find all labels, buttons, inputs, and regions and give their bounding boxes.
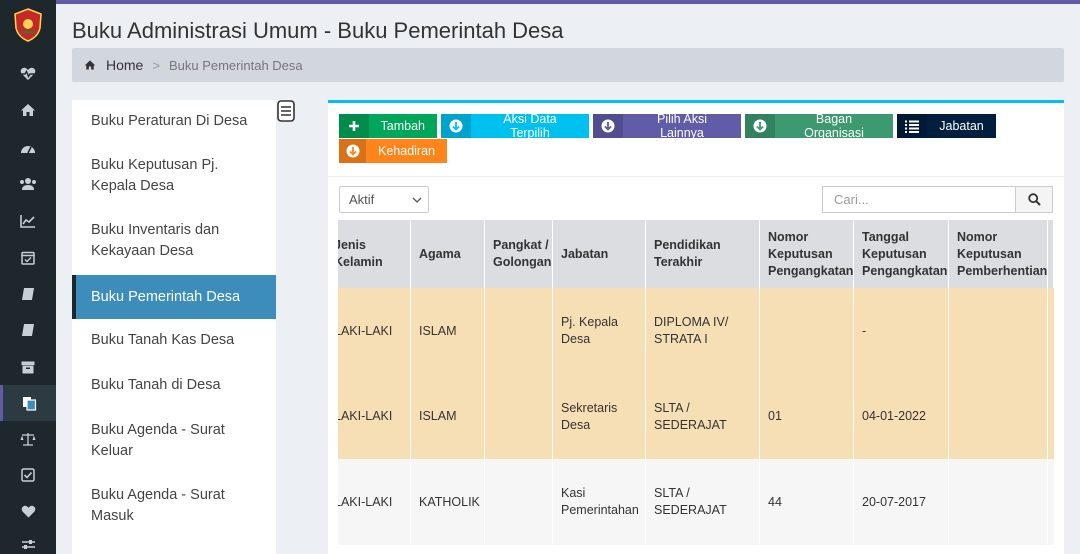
header-agama[interactable]: Agama <box>411 220 485 288</box>
breadcrumb: Home > Buku Pemerintah Desa <box>72 48 1064 82</box>
cell-agama: KATHOLIK <box>411 459 485 545</box>
header-tanggal-pengangkatan[interactable]: Tanggal Keputusan Pengangkatan <box>854 220 949 288</box>
menu-item-tanah-kas[interactable]: Buku Tanah Kas Desa <box>72 330 276 351</box>
cell-jabatan: Kasi Pemerintahan <box>553 459 646 545</box>
status-select[interactable]: Aktif <box>339 186 429 213</box>
cell-agama: ISLAM <box>411 374 485 459</box>
aksi-data-label: Aksi Data Terpilih <box>503 112 557 140</box>
jabatan-label: Jabatan <box>939 119 984 133</box>
aksi-data-terpilih-button[interactable]: Aksi Data Terpilih <box>441 112 589 140</box>
table-row[interactable]: LAKI-LAKI KATHOLIK Kasi Pemerintahan SLT… <box>338 459 1054 545</box>
cell-nomor-pemberhentian <box>949 374 1048 459</box>
breadcrumb-separator: > <box>152 57 160 73</box>
jabatan-button[interactable]: Jabatan <box>897 114 996 138</box>
header-pangkat[interactable]: Pangkat / Golongan <box>485 220 553 288</box>
book-menu: Buku Peraturan Di Desa Buku Keputusan Pj… <box>72 100 276 554</box>
sliders-icon[interactable] <box>0 528 56 554</box>
header-jenis-kelamin[interactable]: Jenis Kelamin <box>338 220 411 288</box>
copy-icon[interactable] <box>0 385 56 421</box>
cell-jenis-kelamin: LAKI-LAKI <box>338 459 411 545</box>
cell-pendidikan: DIPLOMA IV/ STRATA I <box>646 288 760 374</box>
header-pendidikan[interactable]: Pendidikan Terakhir <box>646 220 760 288</box>
page-title: Buku Administrasi Umum - Buku Pemerintah… <box>72 18 564 43</box>
cell-jabatan: Sekretaris Desa <box>553 374 646 459</box>
pemerintah-desa-table: Jenis Kelamin Agama Pangkat / Golongan J… <box>338 220 1054 554</box>
cell-pangkat <box>485 288 553 374</box>
cell-jenis-kelamin: LAKI-LAKI <box>338 374 411 459</box>
cell-jabatan: Pj. Kepala Desa <box>553 288 646 374</box>
table-row[interactable]: LAKI-LAKI ISLAM Pj. Kepala Desa DIPLOMA … <box>338 288 1054 374</box>
book-icon[interactable] <box>0 276 56 312</box>
cell-nomor-pemberhentian <box>949 288 1048 374</box>
dashboard-icon[interactable] <box>0 130 56 166</box>
arrow-circle-down-icon <box>593 114 623 138</box>
table-row[interactable]: LAKI-LAKI ISLAM Sekretaris Desa SLTA / S… <box>338 374 1054 459</box>
icon-sidebar <box>0 0 56 554</box>
header-nomor-pengangkatan[interactable]: Nomor Keputusan Pengangkatan <box>760 220 854 288</box>
menu-item-tanah-desa[interactable]: Buku Tanah di Desa <box>72 375 276 396</box>
cell-nomor-pengangkatan: 44 <box>760 459 854 545</box>
home-icon[interactable] <box>0 92 56 128</box>
users-icon[interactable] <box>0 166 56 202</box>
cell-nomor-pemberhentian <box>949 459 1048 545</box>
home-icon <box>84 60 96 70</box>
cell-tanggal-pengangkatan: 20-07-2017 <box>854 459 949 545</box>
arrow-circle-down-icon <box>745 114 775 138</box>
cell-tanggal-pengangkatan: 04-01-2022 <box>854 374 949 459</box>
bagan-organisasi-button[interactable]: Bagan Organisasi <box>745 112 893 140</box>
cell-pendidikan: SLTA / SEDERAJAT <box>646 374 760 459</box>
pilih-aksi-lainnya-button[interactable]: Pilih Aksi Lainnya <box>593 112 741 140</box>
header-next-column <box>1048 220 1054 288</box>
search-input[interactable]: Cari... <box>822 186 1016 213</box>
cell-nomor-pengangkatan <box>760 288 854 374</box>
menu-item-inventaris[interactable]: Buku Inventaris dan Kekayaan Desa <box>72 220 252 262</box>
balance-scale-icon[interactable] <box>0 421 56 457</box>
arrow-circle-down-icon <box>441 114 471 138</box>
bagan-label: Bagan Organisasi <box>804 112 864 140</box>
tambah-button[interactable]: Tambah <box>339 114 437 138</box>
cell-jenis-kelamin: LAKI-LAKI <box>338 288 411 374</box>
cell-tanggal-pengangkatan: - <box>854 288 949 374</box>
archive-icon[interactable] <box>0 349 56 385</box>
menu-item-pemerintah[interactable]: Buku Pemerintah Desa <box>72 275 276 319</box>
cell-nomor-pengangkatan: 01 <box>760 374 854 459</box>
search-button[interactable] <box>1015 186 1053 213</box>
breadcrumb-home-link[interactable]: Home <box>106 57 143 73</box>
tambah-label: Tambah <box>380 119 425 133</box>
cell-pendidikan: SLTA / SEDERAJAT <box>646 459 760 545</box>
header-jabatan[interactable]: Jabatan <box>553 220 646 288</box>
menu-item-surat-keluar[interactable]: Buku Agenda - Surat Keluar <box>72 420 242 462</box>
menu-item-surat-masuk[interactable]: Buku Agenda - Surat Masuk <box>72 485 242 527</box>
status-select-value: Aktif <box>349 192 375 207</box>
plus-icon <box>339 114 369 138</box>
cell-pangkat <box>485 459 553 545</box>
cell-pangkat <box>485 374 553 459</box>
top-accent-bar <box>0 0 1080 4</box>
list-icon <box>897 114 927 138</box>
menu-item-peraturan[interactable]: Buku Peraturan Di Desa <box>72 111 276 132</box>
chevron-down-icon <box>412 197 422 203</box>
menu-item-keputusan[interactable]: Buku Keputusan Pj. Kepala Desa <box>72 155 232 197</box>
pilih-aksi-label: Pilih Aksi Lainnya <box>656 112 708 140</box>
menu-toggle-icon[interactable] <box>277 100 295 122</box>
book-icon[interactable] <box>0 312 56 348</box>
kehadiran-label: Kehadiran <box>378 144 435 158</box>
line-chart-icon[interactable] <box>0 203 56 239</box>
kehadiran-button[interactable]: Kehadiran <box>339 139 447 163</box>
heartbeat-icon[interactable] <box>0 56 56 92</box>
heart-icon[interactable] <box>0 493 56 529</box>
header-nomor-pemberhentian[interactable]: Nomor Keputusan Pemberhentian <box>949 220 1048 288</box>
search-icon <box>1027 193 1041 206</box>
cell-agama: ISLAM <box>411 288 485 374</box>
check-square-icon[interactable] <box>0 457 56 493</box>
regency-logo-icon[interactable] <box>13 8 43 42</box>
breadcrumb-current: Buku Pemerintah Desa <box>168 57 303 73</box>
calendar-check-icon[interactable] <box>0 239 56 275</box>
arrow-circle-down-icon <box>339 139 366 163</box>
